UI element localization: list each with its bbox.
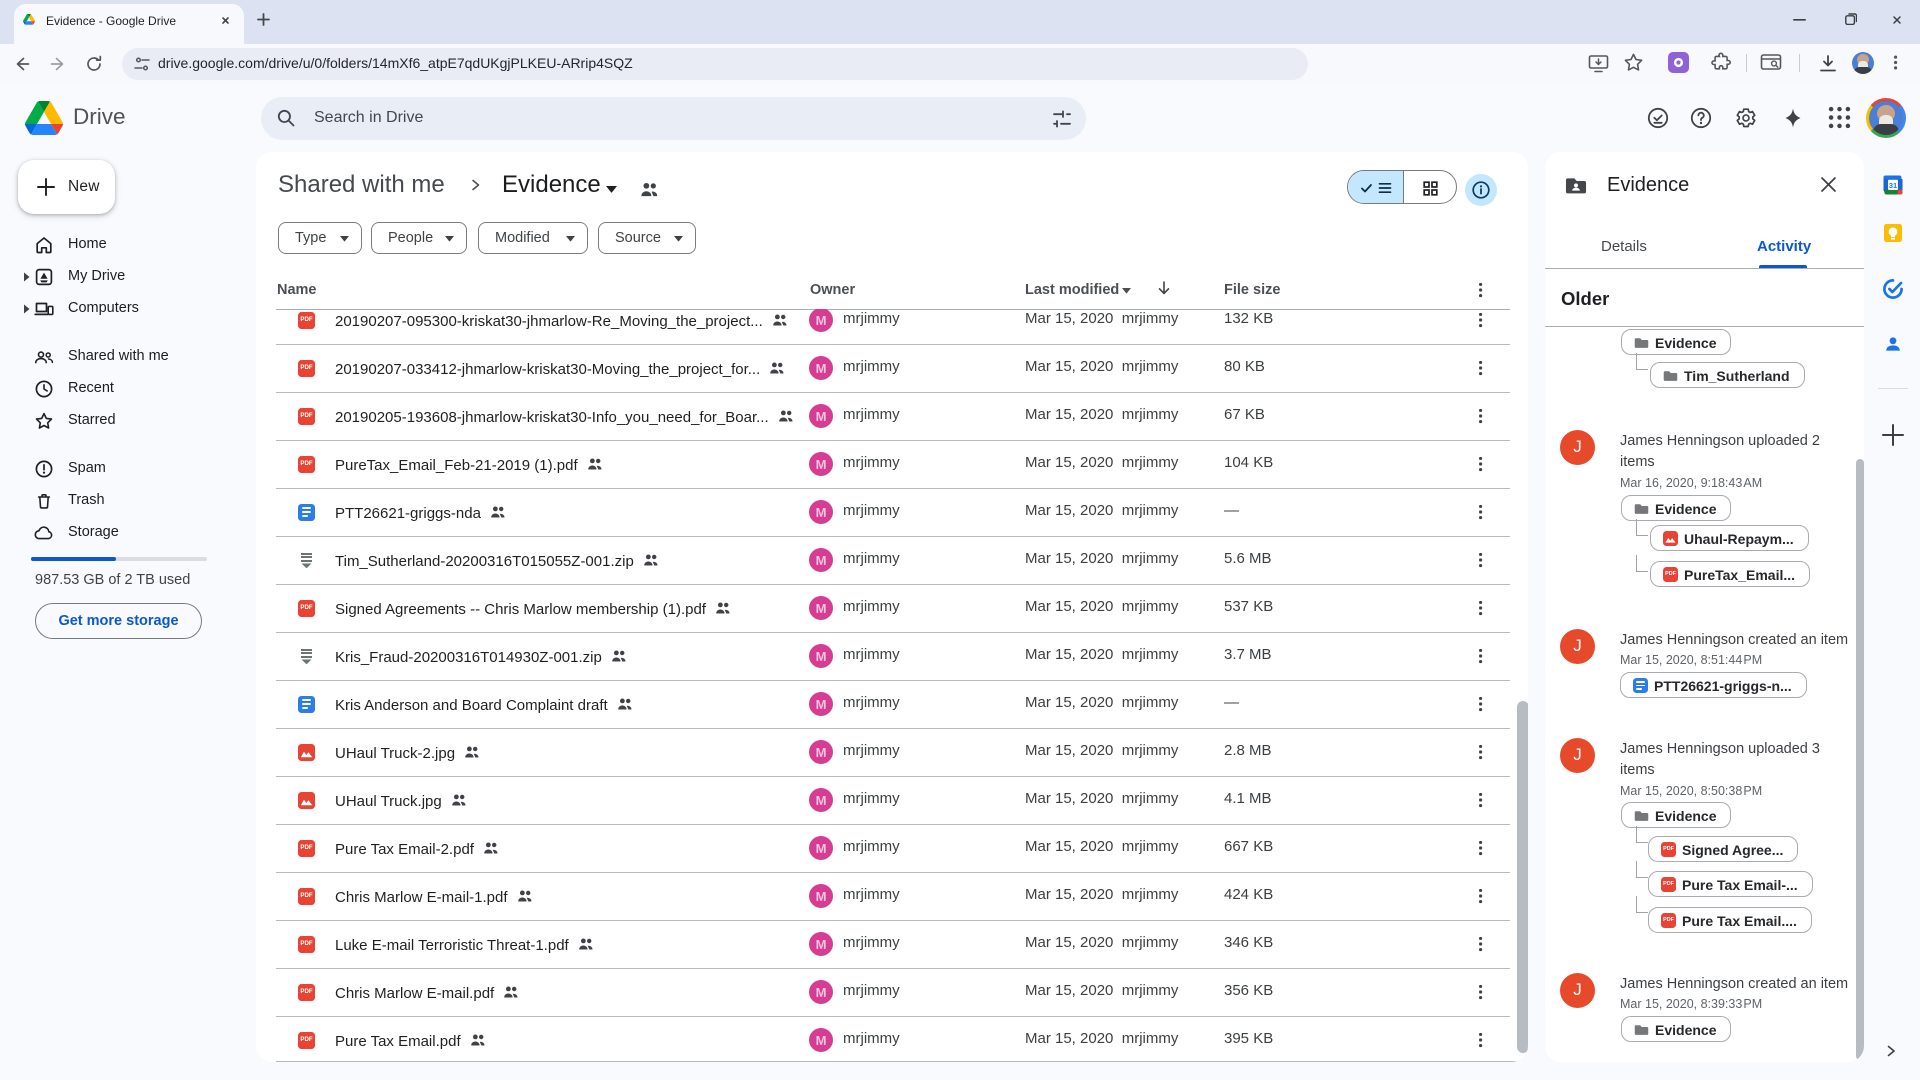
svg-text:31: 31	[1889, 181, 1897, 190]
